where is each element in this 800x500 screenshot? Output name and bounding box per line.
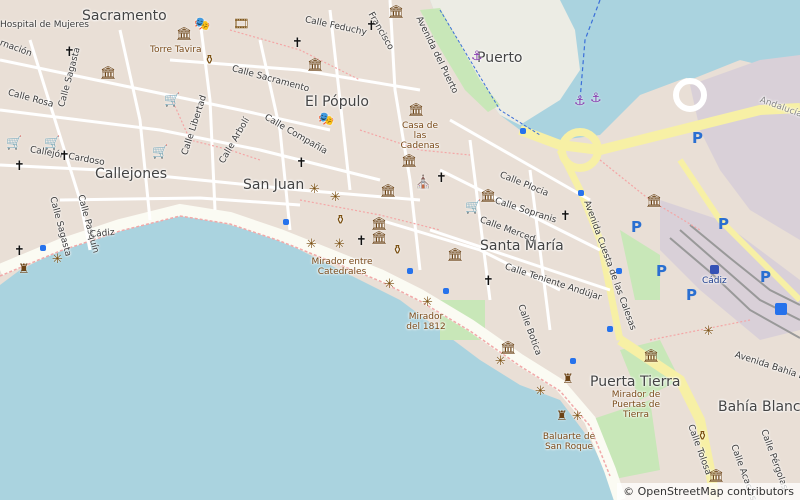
parking-icon[interactable]: P: [718, 215, 729, 233]
shop-icon[interactable]: 🛒: [164, 94, 180, 108]
viewpoint-icon[interactable]: ✳: [422, 296, 433, 310]
museum-icon[interactable]: 🏛: [408, 104, 425, 118]
viewpoint-icon[interactable]: ✳: [334, 238, 345, 252]
museum-icon[interactable]: 🏛: [371, 218, 388, 232]
parking-icon[interactable]: P: [631, 218, 642, 236]
anchor-icon[interactable]: ⚓: [574, 95, 586, 109]
museum-icon[interactable]: 🏛: [708, 470, 725, 484]
theatre-icon[interactable]: 🎭: [318, 113, 334, 127]
district-bahia-blanca: Bahía Blanc: [718, 399, 800, 415]
museum-icon[interactable]: 🏛: [480, 190, 497, 204]
museum-icon[interactable]: 🏛: [401, 155, 418, 169]
train-station-icon[interactable]: [710, 265, 719, 274]
street-cadiz-road: Cádiz: [89, 227, 116, 240]
bus-stop-icon[interactable]: [407, 268, 413, 274]
church-icon[interactable]: ✝: [366, 20, 377, 34]
viewpoint-icon[interactable]: ✳: [330, 191, 341, 205]
museum-icon[interactable]: 🏛: [646, 195, 663, 209]
poi-casa-cadenas[interactable]: Casa de las Cadenas: [395, 121, 445, 151]
monument-icon[interactable]: ♜: [562, 373, 574, 387]
theatre-icon[interactable]: 🎭: [194, 18, 210, 32]
church-icon[interactable]: ✝: [14, 160, 25, 174]
bus-stop-icon[interactable]: [616, 268, 622, 274]
bus-stop-icon[interactable]: [520, 128, 526, 134]
bus-stop-icon[interactable]: [578, 190, 584, 196]
bus-stop-icon[interactable]: [607, 326, 613, 332]
parking-icon[interactable]: P: [692, 129, 703, 147]
shop-icon[interactable]: 🛒: [152, 146, 168, 160]
church-icon[interactable]: ✝: [64, 46, 75, 60]
shop-icon[interactable]: 🛒: [6, 137, 22, 151]
bus-stop-icon[interactable]: [283, 219, 289, 225]
parking-icon[interactable]: P: [760, 268, 771, 286]
poi-mirador-catedrales[interactable]: Mirador entre Catedrales: [297, 257, 387, 277]
district-san-juan: San Juan: [243, 177, 305, 193]
church-icon[interactable]: ✝: [560, 210, 571, 224]
bus-stop-icon[interactable]: [570, 358, 576, 364]
shop-icon[interactable]: 🛒: [44, 137, 60, 151]
shop-icon[interactable]: 🛒: [465, 201, 481, 215]
parking-icon[interactable]: P: [656, 262, 667, 280]
poi-mirador-1812[interactable]: Mirador del 1812: [402, 312, 450, 332]
amphora-icon[interactable]: ⚱: [335, 214, 346, 228]
museum-icon[interactable]: 🏛: [100, 67, 117, 81]
church-icon[interactable]: ✝: [292, 37, 303, 51]
museum-icon[interactable]: 🏛: [380, 185, 397, 199]
bus-station-icon[interactable]: [775, 303, 787, 315]
anchor-icon[interactable]: ⚓: [590, 92, 602, 106]
parking-icon[interactable]: P: [686, 286, 697, 304]
fort-icon[interactable]: ♜: [18, 263, 30, 277]
museum-icon[interactable]: 🏛: [371, 232, 388, 246]
bus-stop-icon[interactable]: [443, 288, 449, 294]
poi-baluarte-san-roque[interactable]: Baluarte de San Roque: [540, 432, 598, 452]
church-icon[interactable]: ✝: [14, 245, 25, 259]
church-icon[interactable]: ✝: [356, 235, 367, 249]
church-icon[interactable]: ✝: [483, 275, 494, 289]
viewpoint-icon[interactable]: ✳: [703, 325, 714, 339]
museum-icon[interactable]: 🏛: [643, 350, 660, 364]
museum-icon[interactable]: 🏛: [388, 6, 405, 20]
viewpoint-icon[interactable]: ✳: [495, 355, 506, 369]
district-sacramento: Sacramento: [82, 8, 167, 24]
viewpoint-icon[interactable]: ✳: [535, 385, 546, 399]
fort-icon[interactable]: ♜: [556, 410, 568, 424]
museum-icon[interactable]: 🏛: [176, 28, 193, 42]
district-el-populo: El Pópulo: [305, 94, 369, 110]
district-puerta-tierra: Puerta Tierra: [590, 374, 681, 390]
viewpoint-icon[interactable]: ✳: [306, 238, 317, 252]
monument-icon[interactable]: ⛪: [415, 176, 431, 190]
poi-mirador-puertas[interactable]: Mirador de Puertas de Tierra: [606, 390, 666, 420]
museum-icon[interactable]: 🏛: [447, 249, 464, 263]
street-hospital-de-mujeres: Hospital de Mujeres: [0, 20, 89, 30]
bus-stop-icon[interactable]: [40, 245, 46, 251]
cinema-icon[interactable]: 🎞: [233, 18, 250, 32]
viewpoint-icon[interactable]: ✳: [309, 183, 320, 197]
poi-cadiz-station[interactable]: Cádiz: [702, 276, 727, 286]
museum-icon[interactable]: 🏛: [307, 59, 324, 73]
amphora-icon[interactable]: ⚱: [392, 244, 403, 258]
viewpoint-icon[interactable]: ✳: [572, 410, 583, 424]
district-puerto: Puerto: [477, 50, 523, 66]
church-icon[interactable]: ✝: [436, 172, 447, 186]
amphora-icon[interactable]: ⚱: [697, 430, 708, 444]
district-callejones: Callejones: [95, 166, 167, 182]
anchor-icon[interactable]: ⚓: [471, 50, 483, 64]
church-icon[interactable]: ✝: [59, 150, 70, 164]
map-canvas[interactable]: Sacramento El Pópulo Callejones San Juan…: [0, 0, 800, 500]
viewpoint-icon[interactable]: ✳: [384, 278, 395, 292]
viewpoint-icon[interactable]: ✳: [52, 253, 63, 267]
map-attribution[interactable]: © OpenStreetMap contributors: [617, 483, 800, 500]
poi-torre-tavira[interactable]: Torre Tavira: [150, 45, 201, 55]
church-icon[interactable]: ✝: [296, 157, 307, 171]
amphora-icon[interactable]: ⚱: [204, 54, 215, 68]
